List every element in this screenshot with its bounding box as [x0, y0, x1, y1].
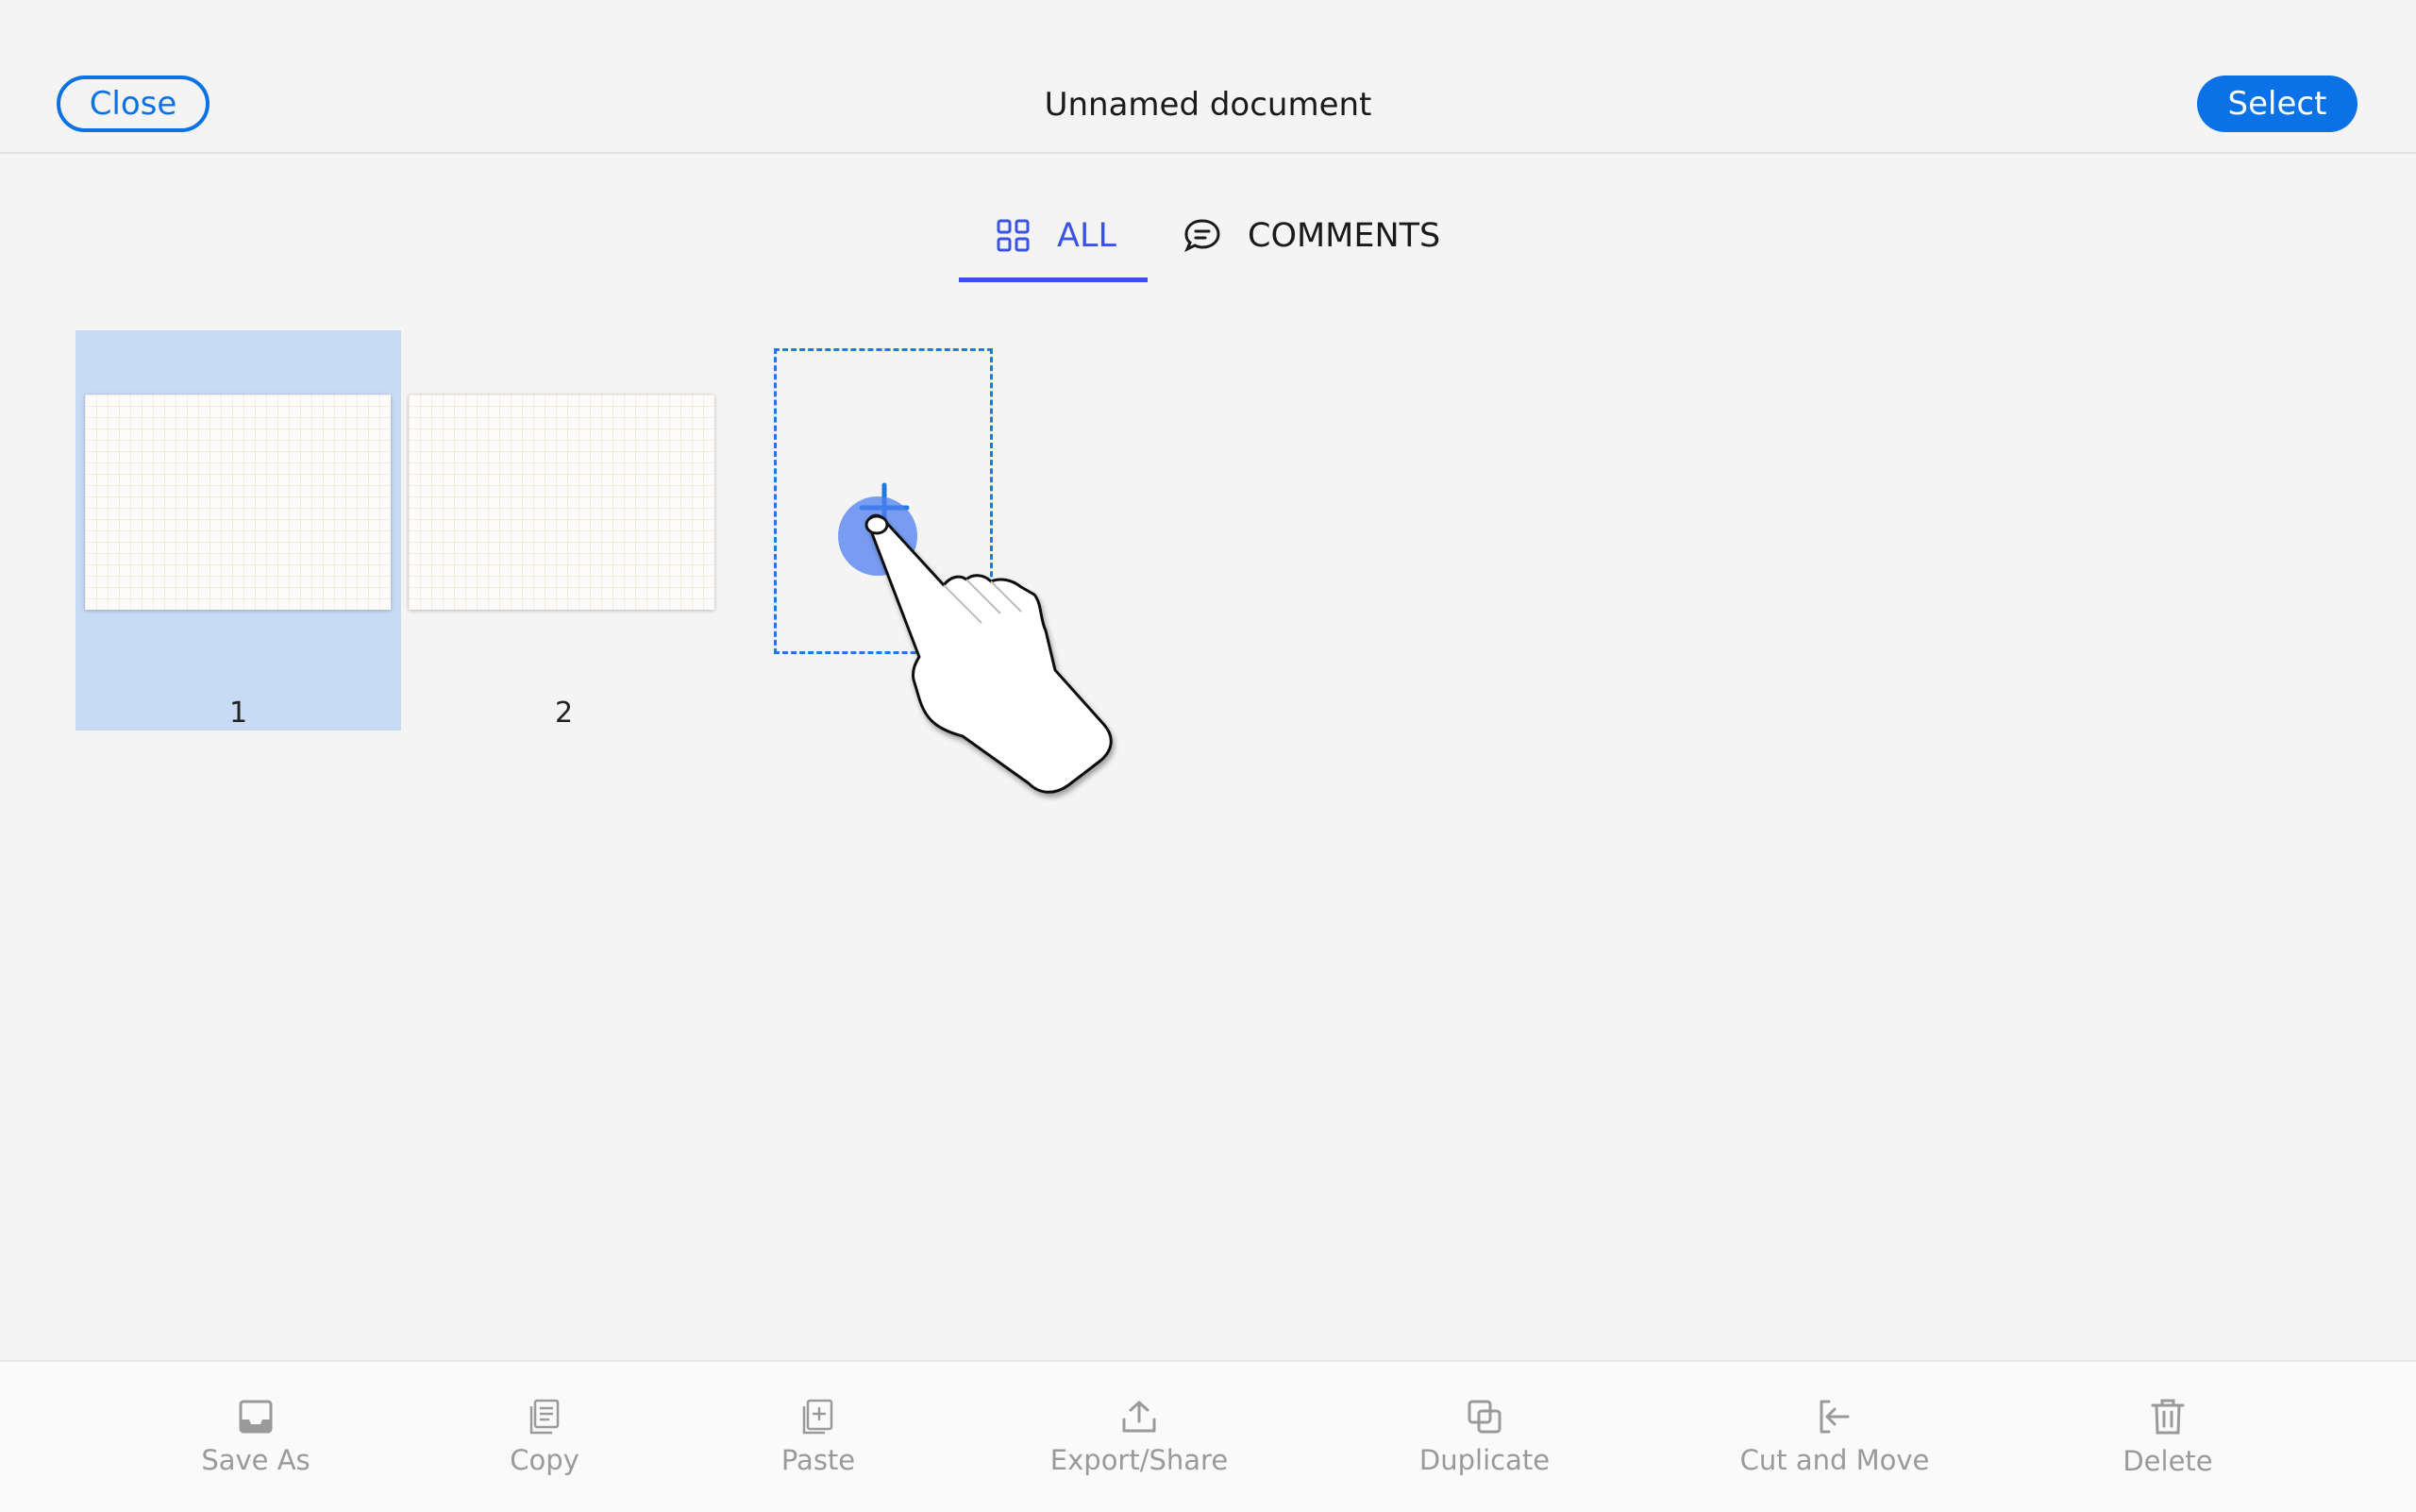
header-bar: Close Unnamed document Select: [0, 0, 2416, 154]
tap-gesture-hand-icon: [838, 496, 1113, 794]
paste-icon: [802, 1399, 833, 1434]
cut-and-move-button[interactable]: Cut and Move: [1693, 1362, 1976, 1512]
page-number: 1: [228, 697, 248, 730]
export-share-label: Export/Share: [1049, 1443, 1229, 1476]
active-tab-indicator: [959, 277, 1148, 282]
select-button[interactable]: Select: [2197, 76, 2357, 132]
copy-icon: [529, 1399, 560, 1434]
close-button[interactable]: Close: [57, 76, 210, 132]
duplicate-label: Duplicate: [1418, 1443, 1551, 1476]
page-tile-1[interactable]: 1: [76, 330, 401, 731]
duplicate-icon: [1468, 1400, 1502, 1433]
paste-label: Paste: [780, 1443, 856, 1476]
tab-all-label: ALL: [1057, 217, 1116, 255]
delete-icon: [2151, 1399, 2185, 1434]
tab-comments[interactable]: COMMENTS: [1183, 193, 1440, 278]
export-icon: [1122, 1401, 1156, 1432]
delete-label: Delete: [2122, 1444, 2213, 1477]
cut-and-move-label: Cut and Move: [1739, 1443, 1930, 1476]
grid-icon: [997, 219, 1030, 252]
page-number: 2: [554, 697, 574, 730]
copy-button[interactable]: Copy: [403, 1362, 686, 1512]
comment-icon: [1184, 219, 1220, 253]
duplicate-button[interactable]: Duplicate: [1343, 1362, 1626, 1512]
save-as-icon: [239, 1400, 273, 1433]
copy-label: Copy: [510, 1443, 579, 1476]
paste-button[interactable]: Paste: [677, 1362, 960, 1512]
cut-move-icon: [1820, 1400, 1850, 1433]
save-as-label: Save As: [201, 1443, 310, 1476]
tab-all[interactable]: ALL: [997, 193, 1116, 278]
tab-comments-label: COMMENTS: [1248, 217, 1441, 255]
bottom-toolbar: Save As Copy Paste Export/Share Duplicat…: [0, 1360, 2416, 1512]
document-title: Unnamed document: [1044, 86, 1372, 124]
delete-button[interactable]: Delete: [2026, 1362, 2309, 1512]
save-as-button[interactable]: Save As: [114, 1362, 397, 1512]
page-thumbnail: [85, 395, 391, 610]
page-tile-2[interactable]: 2: [401, 330, 727, 731]
export-share-button[interactable]: Export/Share: [998, 1362, 1281, 1512]
page-thumbnail: [409, 395, 714, 610]
